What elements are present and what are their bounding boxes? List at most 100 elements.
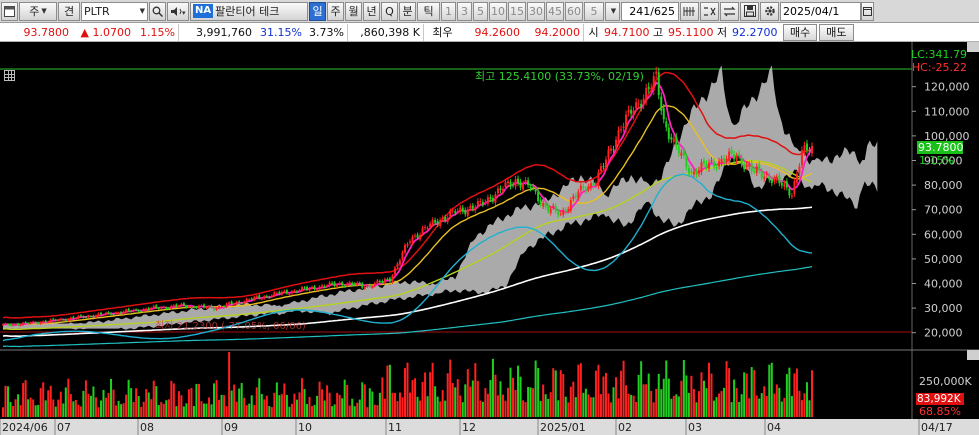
interval-label: 1 [445,4,452,18]
candle-body [331,282,334,284]
candle-body [725,158,728,162]
candle-body [162,306,165,308]
candle-body [122,311,125,314]
volume-bar [190,387,193,417]
period-tick-button[interactable]: 틱 [417,1,440,21]
candle-body [710,160,713,162]
price-chart[interactable]: 120,000110,000100,00090,00080,00070,0006… [0,42,979,435]
candle-body [94,315,97,318]
transfer-button[interactable] [720,1,739,21]
volume-bar [290,403,293,417]
settings-button[interactable] [760,1,779,21]
interval-60-button[interactable]: 60 [565,1,583,21]
candle-body [270,295,273,297]
time-axis-label: 09 [224,421,238,434]
interval-10-button[interactable]: 10 [489,1,507,21]
time-axis-label: 11 [388,421,402,434]
volume-bar [356,402,359,417]
low-label: 저 [717,26,728,39]
period-day-button[interactable]: 일 [309,1,326,21]
save-button[interactable] [740,1,759,21]
volume-bar [414,378,417,417]
transfer-icon [723,6,736,16]
candle-body [647,86,650,90]
candle-body [597,172,600,187]
calendar-button[interactable] [861,1,874,21]
volume-bar [14,399,17,417]
volume-bar [381,377,384,417]
volume-bar [373,404,376,417]
period-quarter-button[interactable]: Q [381,1,398,21]
symbol-input[interactable]: PLTR ▼ [81,1,148,21]
volume-bar [187,389,190,417]
volume-bar [798,390,801,417]
volume-bar [527,386,530,417]
candle-body [481,201,484,205]
volume-bar [411,380,414,417]
candle-body [187,306,190,308]
volume-bar [645,384,648,417]
period-minute-button[interactable]: 분 [399,1,416,21]
candle-body [652,76,655,91]
candle-body [265,295,268,297]
volume-bar [650,390,653,417]
volume-bar [205,403,208,417]
candle-body [343,286,346,288]
period-year-button[interactable]: 년 [363,1,380,21]
symbol-value: PLTR [84,4,110,18]
candle-body [770,179,773,184]
type-button[interactable]: 견 [58,1,80,21]
candle-body [215,308,218,310]
candle-body [700,162,703,173]
candle-body [49,319,52,322]
volume-bar [127,379,130,417]
stock-name-field[interactable]: NA 팔란티어 테크 [190,1,308,21]
search-button[interactable] [149,1,166,21]
volume-bar [328,392,331,417]
candle-body [308,288,311,291]
candle-body [220,306,223,308]
volume-bar [529,387,532,417]
volume-bar [32,399,35,417]
volume-bar [318,381,321,417]
interval-15-button[interactable]: 15 [508,1,526,21]
volume-bar [753,370,756,417]
interval-45-button[interactable]: 45 [546,1,564,21]
candle-body [677,146,680,154]
chart-area[interactable]: 120,000 110,000 100,000 90,000 80,000 70,000 6… [0,42,979,435]
candle-body [160,307,163,309]
candle-body [682,150,685,156]
volume-bar [557,400,560,417]
interval-1-button[interactable]: 1 [441,1,456,21]
candle-body [152,305,155,309]
buy-button[interactable]: 매수 [783,23,818,41]
volume-bar [569,386,572,417]
crosshair-button[interactable] [680,1,699,21]
market-select[interactable]: 주 ▼ [19,1,57,21]
candle-body [250,298,253,300]
period-week-button[interactable]: 주 [327,1,344,21]
price-axis-label: 70,000 [924,204,963,217]
volume-bar [519,376,522,417]
volume-bar [549,392,552,417]
interval-5-button[interactable]: 5 [473,1,488,21]
sell-button[interactable]: 매도 [819,23,854,41]
volume-bar [652,402,655,417]
volume-bar [811,370,813,417]
volume-bar [627,393,630,417]
volume-bar [499,381,502,417]
interval-30-button[interactable]: 30 [527,1,545,21]
grid-toggle-icon[interactable] [4,70,15,81]
compare-button[interactable] [700,1,719,21]
volume-bar [429,372,432,417]
volume-bar [778,387,781,417]
period-month-button[interactable]: 월 [345,1,362,21]
volume-bar [343,379,346,417]
sound-button[interactable]: ▾ [167,1,189,21]
interval-custom-input[interactable]: 5 [584,1,604,21]
interval-3-button[interactable]: 3 [457,1,472,21]
bar-count-field[interactable]: 241/625 [621,1,679,21]
interval-dropdown[interactable]: ▼ [605,1,620,21]
layout-menu-button[interactable] [1,1,18,21]
date-input[interactable]: 2025/04/1 [780,1,861,21]
